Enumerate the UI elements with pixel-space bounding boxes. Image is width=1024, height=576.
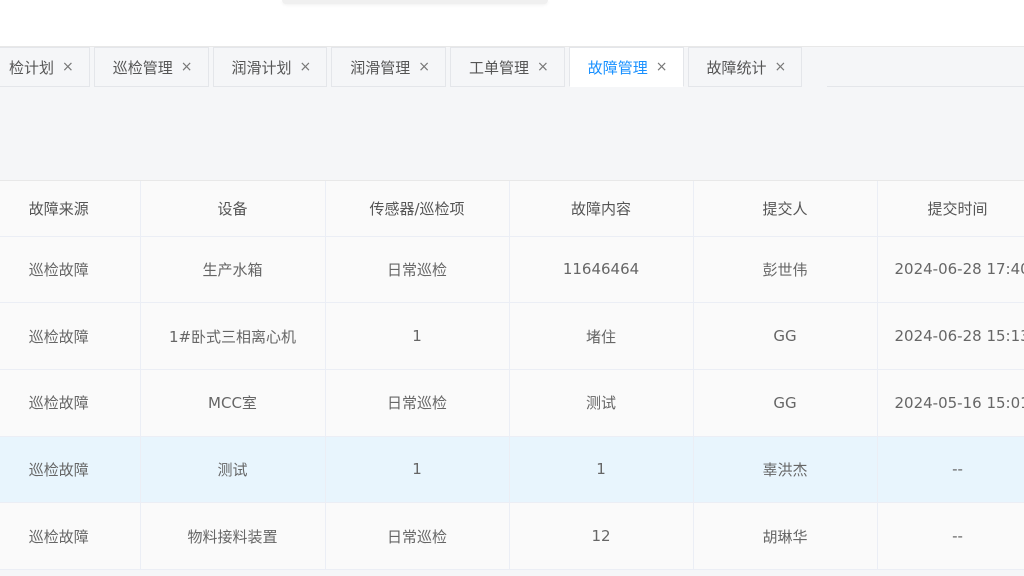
column-header-sensor-item: 传感器/巡检项 bbox=[325, 181, 510, 237]
cell-device: 1#卧式三相离心机 bbox=[140, 302, 326, 370]
cell-submitter: 彭世伟 bbox=[693, 236, 878, 304]
cell-fault-source: 巡检故障 bbox=[0, 369, 141, 437]
cell-submitter: 辜洪杰 bbox=[693, 436, 878, 504]
cell-sensor-item: 日常巡检 bbox=[325, 502, 510, 570]
cell-sensor-item: 日常巡检 bbox=[325, 236, 510, 304]
cell-submit-time: -- bbox=[877, 436, 1024, 504]
cell-sensor-item: 日常巡检 bbox=[325, 369, 510, 437]
cell-fault-source: 巡检故障 bbox=[0, 436, 141, 504]
tab-label: 工单管理 bbox=[469, 58, 530, 77]
close-icon[interactable]: × bbox=[775, 60, 787, 74]
tab-lubrication-management[interactable]: 润滑管理 × bbox=[331, 47, 446, 87]
tab-bar-divider bbox=[827, 86, 1024, 87]
table-row[interactable]: 巡检故障 生产水箱 日常巡检 11646464 彭世伟 2024-06-28 1… bbox=[0, 236, 1024, 304]
cell-sensor-item: 1 bbox=[325, 302, 510, 370]
cell-fault-content: 1 bbox=[509, 436, 694, 504]
tab-fault-management[interactable]: 故障管理 × bbox=[568, 47, 684, 87]
cell-device: 生产水箱 bbox=[140, 236, 326, 304]
top-dropdown-edge bbox=[282, 0, 548, 4]
table-header-row: 故障来源 设备 传感器/巡检项 故障内容 提交人 提交时间 bbox=[0, 181, 1024, 237]
tab-label: 润滑计划 bbox=[231, 58, 292, 77]
cell-submitter: GG bbox=[693, 302, 878, 370]
cell-fault-content: 测试 bbox=[509, 369, 694, 437]
column-header-fault-content: 故障内容 bbox=[509, 181, 694, 237]
table-row[interactable]: 巡检故障 1#卧式三相离心机 1 堵住 GG 2024-06-28 15:13: bbox=[0, 302, 1024, 370]
tab-inspection-plan[interactable]: 检计划 × bbox=[0, 47, 90, 87]
tab-lubrication-plan[interactable]: 润滑计划 × bbox=[212, 47, 328, 87]
cell-submit-time: 2024-06-28 15:13: bbox=[877, 302, 1024, 370]
cell-fault-source: 巡检故障 bbox=[0, 302, 141, 370]
column-header-fault-source: 故障来源 bbox=[0, 181, 141, 237]
close-icon[interactable]: × bbox=[537, 60, 549, 74]
cell-device: 测试 bbox=[140, 436, 326, 504]
close-icon[interactable]: × bbox=[656, 60, 668, 74]
tab-bar: 检计划 × 巡检管理 × 润滑计划 × 润滑管理 × 工单管理 × 故障管理 ×… bbox=[0, 47, 807, 87]
cell-submitter: 胡琳华 bbox=[693, 502, 878, 570]
cell-device: 物料接料装置 bbox=[140, 502, 326, 570]
tab-label: 故障统计 bbox=[706, 58, 767, 77]
cell-fault-content: 12 bbox=[509, 502, 694, 570]
tab-label: 润滑管理 bbox=[350, 58, 411, 77]
cell-fault-source: 巡检故障 bbox=[0, 236, 141, 304]
cell-fault-content: 11646464 bbox=[509, 236, 694, 304]
cell-submit-time: 2024-05-16 15:01: bbox=[877, 369, 1024, 437]
close-icon[interactable]: × bbox=[300, 60, 312, 74]
column-header-device: 设备 bbox=[140, 181, 326, 237]
tab-work-order-management[interactable]: 工单管理 × bbox=[450, 47, 565, 87]
table-row-hovered[interactable]: 巡检故障 测试 1 1 辜洪杰 -- bbox=[0, 436, 1024, 504]
cell-submit-time: -- bbox=[877, 502, 1024, 570]
top-bar bbox=[0, 0, 1024, 47]
close-icon[interactable]: × bbox=[181, 60, 193, 74]
close-icon[interactable]: × bbox=[62, 60, 74, 74]
cell-sensor-item: 1 bbox=[325, 436, 510, 504]
tab-label: 故障管理 bbox=[587, 58, 648, 77]
table-row[interactable]: 巡检故障 物料接料装置 日常巡检 12 胡琳华 -- bbox=[0, 502, 1024, 570]
cell-submit-time: 2024-06-28 17:40: bbox=[877, 236, 1024, 304]
column-header-submit-time: 提交时间 bbox=[877, 181, 1024, 237]
cell-fault-content: 堵住 bbox=[509, 302, 694, 370]
fault-table: 故障来源 设备 传感器/巡检项 故障内容 提交人 提交时间 巡检故障 生产水箱 … bbox=[0, 180, 1024, 570]
tab-label: 巡检管理 bbox=[112, 58, 173, 77]
tab-label: 检计划 bbox=[9, 58, 55, 77]
cell-fault-source: 巡检故障 bbox=[0, 502, 141, 570]
cell-device: MCC室 bbox=[140, 369, 326, 437]
tab-inspection-management[interactable]: 巡检管理 × bbox=[93, 47, 209, 87]
close-icon[interactable]: × bbox=[418, 60, 430, 74]
tab-fault-statistics[interactable]: 故障统计 × bbox=[687, 47, 803, 87]
table-row[interactable]: 巡检故障 MCC室 日常巡检 测试 GG 2024-05-16 15:01: bbox=[0, 369, 1024, 437]
cell-submitter: GG bbox=[693, 369, 878, 437]
column-header-submitter: 提交人 bbox=[693, 181, 878, 237]
